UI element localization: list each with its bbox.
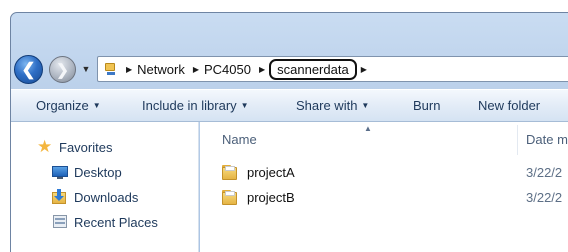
folder-icon [222,190,239,205]
include-in-library-button[interactable]: Include in library ▼ [142,98,249,113]
computer-icon [104,62,118,76]
nav-desktop[interactable]: Desktop [52,164,122,180]
breadcrumb-separator[interactable]: ▶ [126,65,132,74]
file-name: projectA [247,165,295,180]
organize-button[interactable]: Organize ▼ [36,98,101,113]
nav-downloads-label: Downloads [74,189,139,205]
downloads-icon [52,189,68,205]
forward-button[interactable]: ❯ [49,56,76,83]
nav-recent-places[interactable]: Recent Places [52,214,158,230]
share-with-label: Share with [296,98,358,113]
column-header-date[interactable]: Date m [526,132,568,147]
breadcrumb-current[interactable]: scannerdata [269,58,357,80]
file-name: projectB [247,190,295,205]
recent-pages-dropdown[interactable]: ▼ [79,60,93,78]
folder-icon [222,165,239,180]
breadcrumb-network[interactable]: Network [137,62,185,77]
nav-favorites[interactable]: ★ Favorites [37,137,113,156]
file-date: 3/22/2 [526,165,563,180]
column-header-name[interactable]: Name [222,132,257,147]
back-arrow-icon: ❮ [21,59,36,79]
column-divider[interactable] [517,125,518,155]
include-in-library-label: Include in library [142,98,237,113]
star-icon: ★ [37,137,53,156]
forward-arrow-icon: ❯ [56,61,69,79]
breadcrumb-separator[interactable]: ▶ [361,65,367,74]
nav-desktop-label: Desktop [74,164,122,180]
table-row[interactable]: projectA 3/22/2 [222,165,562,180]
nav-recent-places-label: Recent Places [74,214,158,230]
nav-downloads[interactable]: Downloads [52,189,138,205]
sort-ascending-icon: ▲ [364,124,372,133]
recent-places-icon [52,214,68,230]
breadcrumb-separator[interactable]: ▶ [193,65,199,74]
address-bar[interactable]: ▶ Network ▶ PC4050 ▶ scannerdata ▶ [97,56,568,82]
nav-favorites-label: Favorites [59,139,113,155]
breadcrumb-separator[interactable]: ▶ [259,65,265,74]
chevron-down-icon: ▼ [81,64,91,74]
share-with-button[interactable]: Share with ▼ [296,98,369,113]
new-folder-button[interactable]: New folder [478,98,540,113]
table-row[interactable]: projectB 3/22/2 [222,190,562,205]
back-button[interactable]: ❮ [14,55,43,84]
chevron-down-icon: ▼ [361,101,370,110]
breadcrumb-pc[interactable]: PC4050 [204,62,251,77]
burn-button[interactable]: Burn [413,98,440,113]
desktop-icon [52,164,68,180]
organize-label: Organize [36,98,89,113]
file-date: 3/22/2 [526,190,563,205]
chevron-down-icon: ▼ [92,101,101,110]
chevron-down-icon: ▼ [240,101,249,110]
